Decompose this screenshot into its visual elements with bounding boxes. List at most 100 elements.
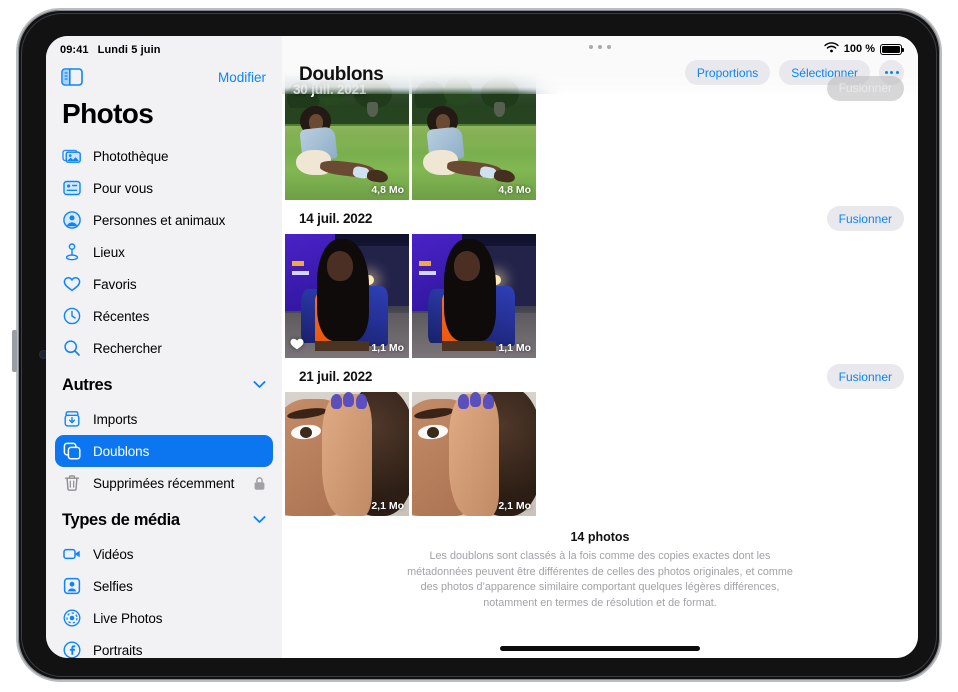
duplicate-icon bbox=[62, 441, 82, 461]
sidebar-item-imports[interactable]: Imports bbox=[55, 403, 273, 435]
footer-caption: 14 photos Les doublons sont classés à la… bbox=[282, 516, 918, 612]
duplicate-group: 21 juil. 2022 Fusionner 2,1 Mo 2,1 Mo bbox=[282, 358, 918, 516]
search-icon bbox=[62, 338, 82, 358]
section-title: Autres bbox=[62, 375, 113, 394]
sidebar-item-label: Selfies bbox=[93, 578, 133, 594]
group-date-label: 21 juil. 2022 bbox=[299, 369, 373, 384]
trash-icon bbox=[62, 473, 82, 493]
main-content: 100 % Doublons Proportions Sélectionner bbox=[282, 36, 918, 658]
photo-thumbnail[interactable]: 4,8 Mo bbox=[412, 76, 536, 200]
sidebar-section-types-de-media[interactable]: Types de média bbox=[55, 503, 273, 537]
sidebar: 09:41 Lundi 5 juin Modifier Photos Photo… bbox=[46, 36, 282, 658]
proportions-button[interactable]: Proportions bbox=[684, 60, 771, 85]
battery-icon bbox=[880, 43, 904, 55]
sidebar-item-label: Vidéos bbox=[93, 546, 134, 562]
home-indicator[interactable] bbox=[500, 646, 700, 651]
photo-thumbnail[interactable]: 2,1 Mo bbox=[412, 392, 536, 516]
sidebar-item-label: Photothèque bbox=[93, 148, 169, 164]
photo-size-label: 4,8 Mo bbox=[498, 184, 531, 196]
selfie-icon bbox=[62, 576, 82, 596]
person-circle-icon bbox=[62, 210, 82, 230]
section-title: Types de média bbox=[62, 510, 180, 529]
group-header: 14 juil. 2022 Fusionner bbox=[282, 200, 918, 234]
for-you-icon bbox=[62, 178, 82, 198]
status-bar: 09:41 Lundi 5 juin bbox=[46, 36, 282, 60]
photo-size-label: 1,1 Mo bbox=[371, 342, 404, 354]
sidebar-item-portraits[interactable]: Portraits bbox=[55, 634, 273, 658]
photo-row: 1,1 Mo 1,1 Mo bbox=[282, 234, 918, 358]
device-frame: 09:41 Lundi 5 juin Modifier Photos Photo… bbox=[12, 8, 942, 682]
sidebar-item-récentes[interactable]: Récentes bbox=[55, 300, 273, 332]
sidebar-item-label: Favoris bbox=[93, 276, 137, 292]
sidebar-toolbar: Modifier bbox=[46, 60, 282, 94]
sidebar-item-label: Personnes et animaux bbox=[93, 212, 226, 228]
status-date: Lundi 5 juin bbox=[97, 44, 161, 56]
photo-row: 2,1 Mo 2,1 Mo bbox=[282, 392, 918, 516]
photo-size-label: 2,1 Mo bbox=[498, 500, 531, 512]
sidebar-item-label: Lieux bbox=[93, 244, 125, 260]
wifi-icon bbox=[824, 42, 839, 56]
photo-size-label: 4,8 Mo bbox=[371, 184, 404, 196]
photo-size-label: 1,1 Mo bbox=[498, 342, 531, 354]
sidebar-toggle-icon[interactable] bbox=[61, 68, 83, 86]
portrait-icon bbox=[62, 640, 82, 658]
sidebar-section-autres[interactable]: Autres bbox=[55, 368, 273, 402]
main-title: Doublons bbox=[299, 64, 384, 85]
photo-stack-icon bbox=[62, 146, 82, 166]
video-icon bbox=[62, 544, 82, 564]
map-pin-icon bbox=[62, 242, 82, 262]
duplicate-groups: Fusionner 30 juil. 2021 bbox=[282, 36, 918, 612]
group-date-label: 14 juil. 2022 bbox=[299, 211, 373, 226]
multitask-handle-icon[interactable] bbox=[589, 45, 611, 49]
photo-thumbnail[interactable]: 30 juil. 2021 4,8 Mo bbox=[285, 76, 409, 200]
merge-button[interactable]: Fusionner bbox=[826, 364, 904, 389]
photo-thumbnail[interactable]: 1,1 Mo bbox=[412, 234, 536, 358]
sidebar-item-label: Pour vous bbox=[93, 180, 153, 196]
chevron-down-icon[interactable] bbox=[253, 511, 266, 529]
sidebar-item-videos[interactable]: Vidéos bbox=[55, 538, 273, 570]
import-icon bbox=[62, 409, 82, 429]
sidebar-item-favoris[interactable]: Favoris bbox=[55, 268, 273, 300]
merge-button[interactable]: Fusionner bbox=[826, 75, 904, 101]
photo-thumbnail[interactable]: 2,1 Mo bbox=[285, 392, 409, 516]
favorite-icon bbox=[290, 337, 304, 355]
photo-thumbnail[interactable]: 1,1 Mo bbox=[285, 234, 409, 358]
live-photos-icon bbox=[62, 608, 82, 628]
sidebar-item-supprimées-récemment[interactable]: Supprimées récemment bbox=[55, 467, 273, 499]
photo-row: 30 juil. 2021 4,8 Mo 4,8 Mo bbox=[282, 76, 918, 200]
duplicate-group: Fusionner 30 juil. 2021 bbox=[282, 75, 918, 200]
sidebar-item-personnes-et-animaux[interactable]: Personnes et animaux bbox=[55, 204, 273, 236]
screen: 09:41 Lundi 5 juin Modifier Photos Photo… bbox=[46, 36, 918, 658]
duplicates-scroll-area[interactable]: Fusionner 30 juil. 2021 bbox=[282, 36, 918, 658]
photo-count-label: 14 photos bbox=[570, 530, 630, 544]
photo-size-label: 2,1 Mo bbox=[371, 500, 404, 512]
sidebar-nav[interactable]: Photothèque Pour vous Personnes et anima… bbox=[46, 140, 282, 658]
battery-percent-label: 100 % bbox=[843, 43, 875, 55]
sidebar-item-label: Supprimées récemment bbox=[93, 475, 235, 491]
sidebar-item-live-photos[interactable]: Live Photos bbox=[55, 602, 273, 634]
duplicate-group: 14 juil. 2022 Fusionner 1,1 Mo 1,1 Mo bbox=[282, 200, 918, 358]
sidebar-item-doublons[interactable]: Doublons bbox=[55, 435, 273, 467]
duplicates-description: Les doublons sont classés à la fois comm… bbox=[407, 550, 793, 609]
heart-icon bbox=[62, 274, 82, 294]
sidebar-item-rechercher[interactable]: Rechercher bbox=[55, 332, 273, 364]
sidebar-item-label: Rechercher bbox=[93, 340, 162, 356]
sidebar-item-lieux[interactable]: Lieux bbox=[55, 236, 273, 268]
status-bar-right: 100 % bbox=[824, 42, 904, 56]
chevron-down-icon[interactable] bbox=[253, 376, 266, 394]
merge-button[interactable]: Fusionner bbox=[826, 206, 904, 231]
lock-icon bbox=[253, 476, 266, 491]
sidebar-item-label: Live Photos bbox=[93, 610, 163, 626]
status-time: 09:41 bbox=[60, 44, 89, 56]
sidebar-item-selfies[interactable]: Selfies bbox=[55, 570, 273, 602]
sidebar-item-label: Portraits bbox=[93, 642, 143, 658]
edit-button[interactable]: Modifier bbox=[216, 68, 268, 87]
sidebar-item-photothèque[interactable]: Photothèque bbox=[55, 140, 273, 172]
group-header: 21 juil. 2022 Fusionner bbox=[282, 358, 918, 392]
page-title: Photos bbox=[62, 98, 154, 129]
sidebar-item-pour-vous[interactable]: Pour vous bbox=[55, 172, 273, 204]
clock-icon bbox=[62, 306, 82, 326]
sidebar-item-label: Imports bbox=[93, 411, 138, 427]
sidebar-item-label: Doublons bbox=[93, 443, 150, 459]
volume-button[interactable] bbox=[12, 330, 17, 372]
